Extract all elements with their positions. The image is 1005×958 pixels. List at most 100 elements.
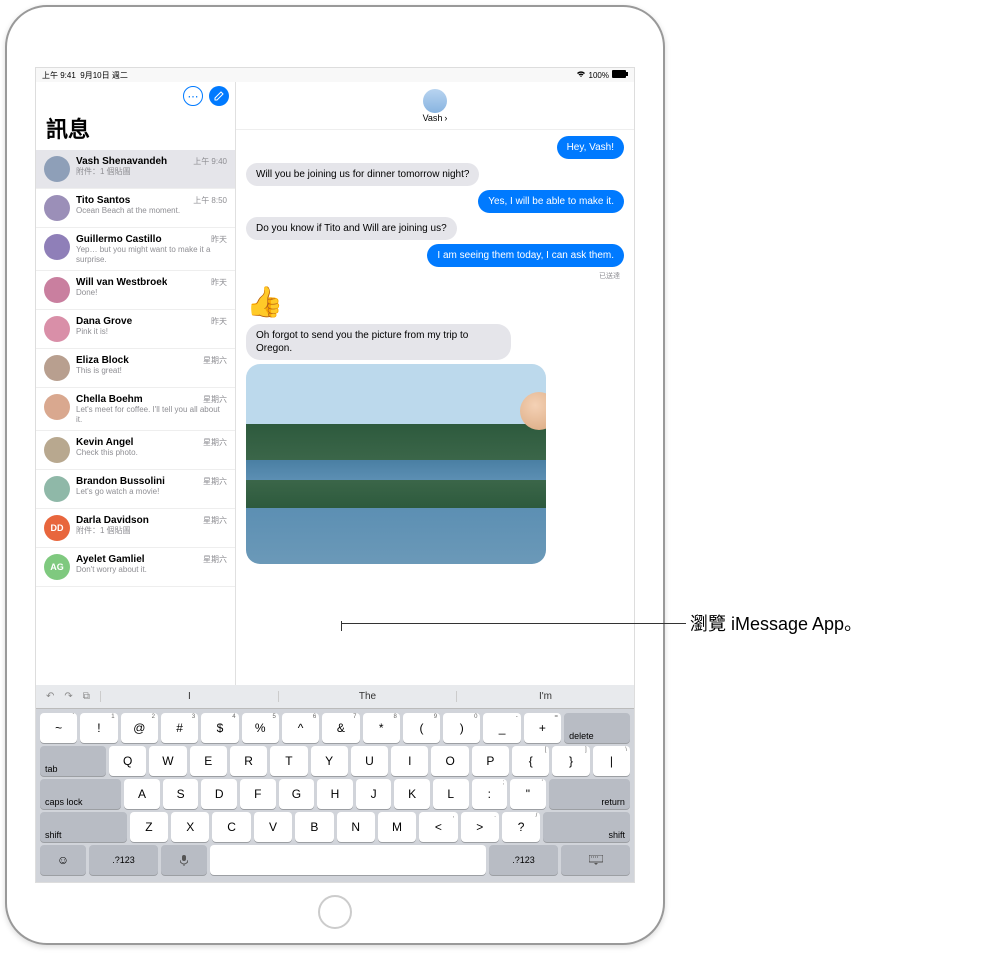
key-$[interactable]: 4$ [201,713,238,743]
key-P[interactable]: P [472,746,509,776]
conversation-item[interactable]: Guillermo Castillo昨天 Yep… but you might … [36,228,235,271]
key-Y[interactable]: Y [311,746,348,776]
key-*[interactable]: 8* [363,713,400,743]
key-D[interactable]: D [201,779,237,809]
message-in[interactable]: Oh forgot to send you the picture from m… [246,324,511,360]
key-+[interactable]: =+ [524,713,561,743]
conversation-item[interactable]: Eliza Block星期六 This is great! [36,349,235,388]
delete-key[interactable]: delete [564,713,630,743]
key-V[interactable]: V [254,812,292,842]
mic-key[interactable] [161,845,207,875]
space-key[interactable] [210,845,486,875]
photo-message[interactable] [246,364,546,564]
undo-icon[interactable]: ↶ [46,691,54,702]
shift-key[interactable]: shift [40,812,127,842]
more-button[interactable]: ⋯ [183,86,203,106]
key-M[interactable]: M [378,812,416,842]
key-C[interactable]: C [212,812,250,842]
key-#[interactable]: 3# [161,713,198,743]
key-J[interactable]: J [356,779,392,809]
key-&[interactable]: 7& [322,713,359,743]
memoji-sticker[interactable] [520,392,546,430]
keyboard: ↶ ↷ ⧉ ITheI'm`~1!2@3#4$5%6^7&8*9(0)-_=+d… [36,685,634,882]
key-W[interactable]: W [149,746,186,776]
conversation-item[interactable]: Brandon Bussolini星期六 Let's go watch a mo… [36,470,235,509]
key-X[interactable]: X [171,812,209,842]
emoji-message[interactable]: 👍 [246,285,283,320]
message-out[interactable]: Yes, I will be able to make it. [478,190,624,213]
conversation-item[interactable]: Chella Boehm星期六 Let's meet for coffee. I… [36,388,235,431]
redo-icon[interactable]: ↷ [64,691,72,702]
message-in[interactable]: Do you know if Tito and Will are joining… [246,217,457,240]
key-}[interactable]: ]} [552,746,589,776]
callout-line [342,623,686,624]
keyboard-toolbar: ↶ ↷ ⧉ ITheI'm [36,685,634,709]
hide-keyboard-key[interactable] [561,845,630,875]
key-H[interactable]: H [317,779,353,809]
key-G[interactable]: G [279,779,315,809]
conversation-item[interactable]: Will van Westbroek昨天 Done! [36,271,235,310]
message-out[interactable]: Hey, Vash! [557,136,624,159]
numkey[interactable]: .?123 [89,845,158,875]
key-([interactable]: 9( [403,713,440,743]
key-E[interactable]: E [190,746,227,776]
return-key[interactable]: return [549,779,630,809]
chat-header[interactable]: Vash› [236,82,634,130]
key-I[interactable]: I [391,746,428,776]
conversation-item[interactable]: Dana Grove昨天 Pink it is! [36,310,235,349]
conversation-item[interactable]: Tito Santos上午 8:50 Ocean Beach at the mo… [36,189,235,228]
key-R[interactable]: R [230,746,267,776]
key-)[interactable]: 0) [443,713,480,743]
clipboard-icon[interactable]: ⧉ [83,691,90,702]
suggestion-key[interactable]: The [278,691,456,702]
avatar [44,394,70,420]
key-Z[interactable]: Z [130,812,168,842]
conversation-item[interactable]: Kevin Angel星期六 Check this photo. [36,431,235,470]
conversation-item[interactable]: DD Darla Davidson星期六 附件：1 個貼圖 [36,509,235,548]
key-T[interactable]: T [270,746,307,776]
key-|[interactable]: \| [593,746,630,776]
conv-name: Brandon Bussolini [76,476,165,487]
key-O[interactable]: O [431,746,468,776]
key-[interactable]: '" [510,779,546,809]
shift-key[interactable]: shift [543,812,630,842]
home-button[interactable] [318,895,352,929]
conv-time: 上午 8:50 [193,195,227,206]
conv-preview: Yep… but you might want to make it a sur… [76,245,227,264]
tab-key[interactable]: tab [40,746,106,776]
conv-name: Ayelet Gamliel [76,554,145,565]
conversation-item[interactable]: Vash Shenavandeh上午 9:40 附件：1 個貼圖 [36,150,235,189]
key-K[interactable]: K [394,779,430,809]
suggestion-key[interactable]: I'm [456,691,634,702]
numkey[interactable]: .?123 [489,845,558,875]
key-U[interactable]: U [351,746,388,776]
suggestion-key[interactable]: I [100,691,278,702]
key-S[interactable]: S [163,779,199,809]
key-:[interactable]: ;: [472,779,508,809]
key->[interactable]: .> [461,812,499,842]
message-out[interactable]: I am seeing them today, I can ask them. [427,244,624,267]
key-B[interactable]: B [295,812,333,842]
capslock-key[interactable]: caps lock [40,779,121,809]
key-%[interactable]: 5% [242,713,279,743]
key-Q[interactable]: Q [109,746,146,776]
conv-name: Vash Shenavandeh [76,156,167,167]
key-?[interactable]: /? [502,812,540,842]
key-_[interactable]: -_ [483,713,520,743]
emoji-key[interactable]: ☺ [40,845,86,875]
key-F[interactable]: F [240,779,276,809]
compose-button[interactable] [209,86,229,106]
key-<[interactable]: ,< [419,812,457,842]
key-^[interactable]: 6^ [282,713,319,743]
key-N[interactable]: N [337,812,375,842]
message-in[interactable]: Will you be joining us for dinner tomorr… [246,163,479,186]
key-~[interactable]: `~ [40,713,77,743]
key-{[interactable]: [{ [512,746,549,776]
key-L[interactable]: L [433,779,469,809]
key-A[interactable]: A [124,779,160,809]
key-@[interactable]: 2@ [121,713,158,743]
avatar: DD [44,515,70,541]
sidebar-title: 訊息 [36,110,235,150]
key-![interactable]: 1! [80,713,117,743]
conversation-item[interactable]: AG Ayelet Gamliel星期六 Don't worry about i… [36,548,235,587]
